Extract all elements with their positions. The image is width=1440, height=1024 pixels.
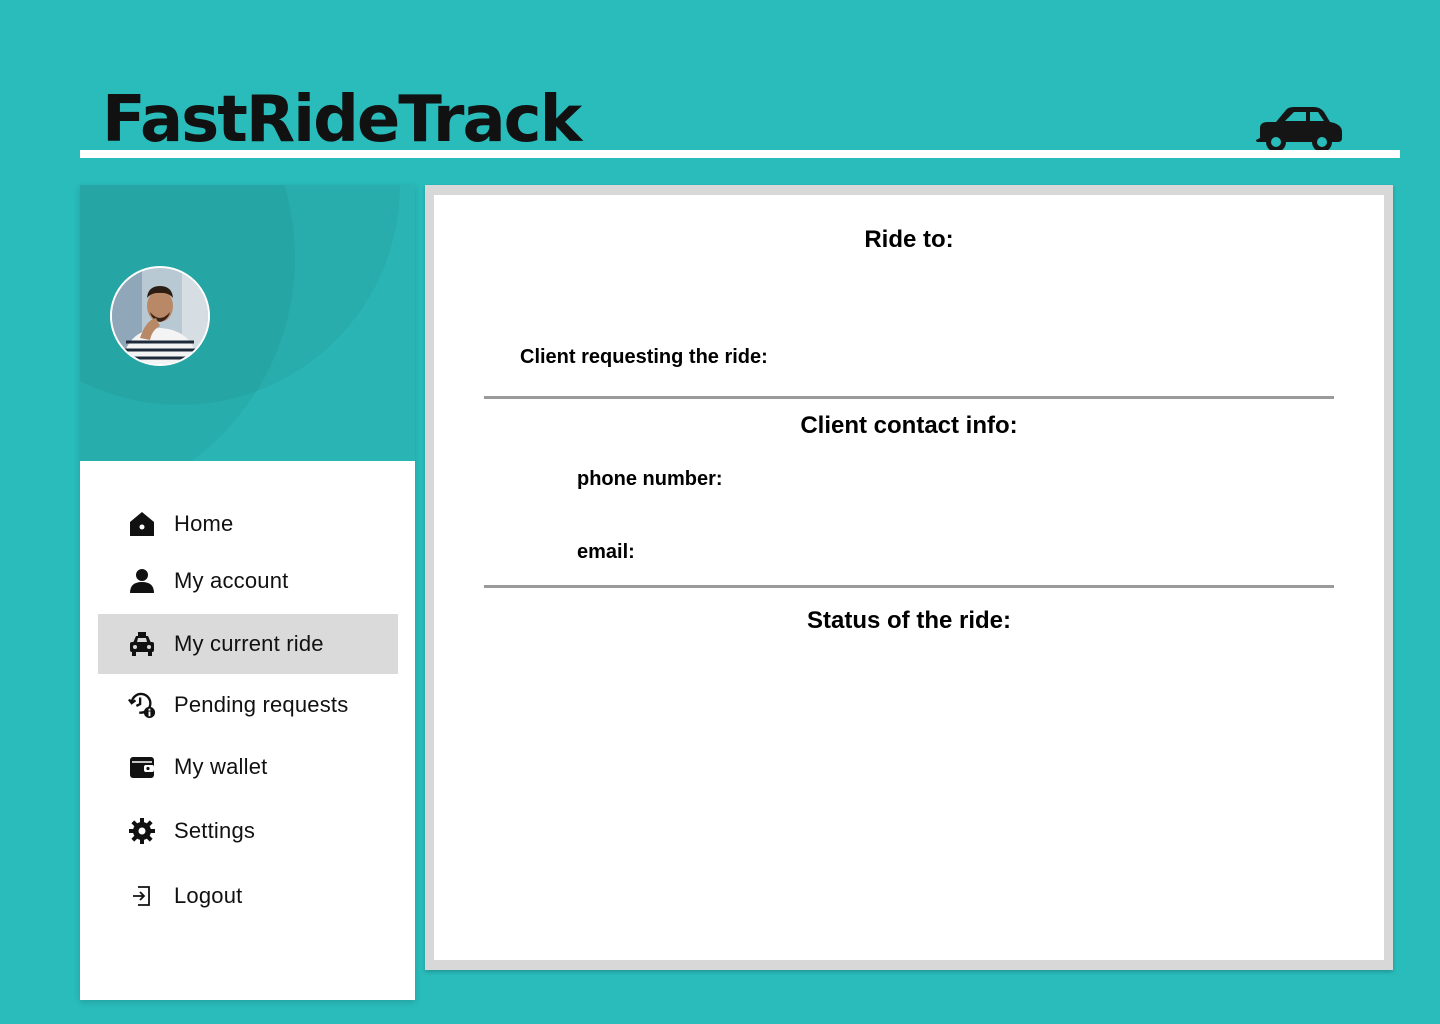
sidebar-item-pending-requests[interactable]: Pending requests	[98, 675, 398, 735]
avatar[interactable]	[110, 266, 210, 366]
section-divider	[484, 396, 1334, 399]
sidebar-item-home[interactable]: Home	[98, 494, 398, 554]
sidebar-item-label: Settings	[174, 818, 256, 843]
wallet-icon	[128, 753, 156, 781]
ride-status-heading: Status of the ride:	[806, 607, 1011, 634]
sidebar-item-my-current-ride[interactable]: My current ride	[98, 614, 398, 674]
ride-details-panel: Ride to: Client requesting the ride: Cli…	[425, 185, 1393, 970]
app-title: FastRideTrack	[102, 83, 582, 157]
header-divider	[80, 150, 1400, 158]
taxi-icon	[128, 630, 156, 658]
client-requesting-label: Client requesting the ride:	[520, 346, 768, 368]
client-contact-heading: Client contact info:	[800, 412, 1018, 439]
sidebar-profile-banner	[80, 185, 415, 461]
section-divider	[484, 585, 1334, 588]
sidebar-item-my-account[interactable]: My account	[98, 551, 398, 611]
history-info-icon	[128, 691, 156, 719]
sidebar-item-label: My current ride	[174, 631, 324, 656]
avatar-photo	[112, 268, 208, 364]
sidebar-item-settings[interactable]: Settings	[98, 801, 398, 861]
sidebar-item-label: Logout	[174, 883, 243, 908]
sidebar-item-label: My wallet	[174, 754, 268, 779]
sidebar-item-label: My account	[174, 568, 289, 593]
user-icon	[128, 567, 156, 595]
home-icon	[128, 510, 156, 538]
ride-details-card: Ride to: Client requesting the ride: Cli…	[434, 195, 1384, 960]
ride-to-heading: Ride to:	[864, 226, 954, 253]
sidebar-item-label: Home	[174, 511, 234, 536]
gear-icon	[128, 817, 156, 845]
car-icon	[1256, 107, 1342, 152]
sidebar-item-label: Pending requests	[174, 692, 349, 717]
sidebar-item-logout[interactable]: Logout	[98, 866, 398, 926]
logout-icon	[128, 882, 156, 910]
sidebar: Home My account My current ride Pending …	[80, 185, 415, 1000]
sidebar-item-my-wallet[interactable]: My wallet	[98, 737, 398, 797]
phone-number-label: phone number:	[577, 468, 723, 490]
email-label: email:	[577, 541, 635, 563]
